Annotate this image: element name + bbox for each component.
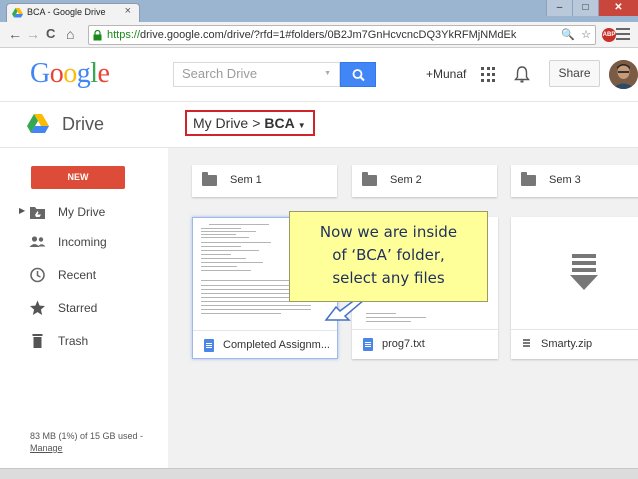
file-name: Completed Assignm... <box>223 339 330 351</box>
breadcrumb-current-folder[interactable]: BCA <box>264 115 294 131</box>
folder-icon <box>202 172 217 186</box>
window-controls: – □ ✕ <box>546 0 638 16</box>
avatar-photo-icon <box>609 60 638 89</box>
browser-menu-icon[interactable] <box>616 28 630 43</box>
logo-letter: o <box>63 58 77 89</box>
bookmark-star-icon[interactable]: ☆ <box>581 28 591 41</box>
sidebar-item-label: Starred <box>58 301 98 315</box>
trash-icon <box>32 334 43 348</box>
new-button[interactable]: NEW <box>31 166 125 189</box>
zip-file-icon <box>523 339 530 350</box>
file-card-smarty-zip[interactable]: Smarty.zip <box>511 217 638 359</box>
forward-icon[interactable]: → <box>26 26 40 42</box>
callout-line: of ‘BCA’ folder, <box>332 246 445 264</box>
file-name: prog7.txt <box>382 338 425 350</box>
logo-letter: G <box>30 58 50 89</box>
storage-text: 83 MB (1%) of 15 GB used - <box>30 431 144 441</box>
url-text: drive.google.com/drive/?rfd=1#folders/0B… <box>140 29 517 41</box>
back-icon[interactable]: ← <box>8 26 22 42</box>
window-bottom-edge <box>0 468 638 479</box>
folder-item-sem-3[interactable]: Sem 3 <box>511 165 638 197</box>
doc-file-icon <box>204 339 214 352</box>
folder-name: Sem 2 <box>390 174 422 186</box>
drive-title[interactable]: Drive <box>62 114 104 135</box>
doc-file-icon <box>363 338 373 351</box>
screen: BCA - Google Drive × – □ ✕ ← → C ⌂ https… <box>0 0 638 479</box>
star-icon <box>30 300 45 315</box>
archive-download-icon <box>570 254 598 290</box>
sidebar-item-my-drive[interactable]: ▶ My Drive <box>0 200 168 224</box>
sidebar-item-trash[interactable]: Trash <box>0 329 168 353</box>
browser-toolbar: ← → C ⌂ https://drive.google.com/drive/?… <box>0 22 638 48</box>
chevron-down-icon[interactable]: ▼ <box>298 121 306 130</box>
sidebar-item-label: Trash <box>58 334 89 348</box>
sidebar-item-label: Recent <box>58 268 97 282</box>
file-thumbnail <box>511 217 638 329</box>
logo-letter: g <box>76 58 91 89</box>
breadcrumb: My Drive > BCA ▼ <box>185 110 315 136</box>
home-icon[interactable]: ⌂ <box>66 26 74 42</box>
my-drive-icon <box>30 207 45 219</box>
expand-arrow-icon[interactable]: ▶ <box>19 206 25 215</box>
manage-storage-link[interactable]: Manage <box>30 443 63 453</box>
breadcrumb-separator: > <box>252 115 261 131</box>
sidebar-item-recent[interactable]: Recent <box>0 263 168 287</box>
file-grid: Sem 1 Sem 2 Sem 3 Completed Assignm... p… <box>168 148 638 479</box>
sidebar-item-label: Incoming <box>58 235 107 249</box>
browser-tab[interactable]: BCA - Google Drive × <box>6 3 140 22</box>
callout-line: select any files <box>332 269 445 287</box>
tab-title: BCA - Google Drive <box>27 7 106 17</box>
google-header: Google Search Drive ▼ +Munaf Share <box>0 48 638 102</box>
apps-grid-icon[interactable] <box>481 67 496 82</box>
zoom-icon[interactable]: 🔍 <box>561 28 575 41</box>
file-name: Smarty.zip <box>541 338 593 350</box>
logo-letter: o <box>49 58 64 89</box>
lock-icon <box>93 30 102 41</box>
file-name-row: Smarty.zip <box>511 329 638 359</box>
logo-letter: l <box>90 58 98 89</box>
search-icon <box>352 69 365 82</box>
sidebar-item-starred[interactable]: Starred <box>0 296 168 320</box>
search-options-icon[interactable]: ▼ <box>324 70 331 77</box>
folder-name: Sem 1 <box>230 174 262 186</box>
user-name-link[interactable]: +Munaf <box>426 67 466 81</box>
drive-favicon-icon <box>12 8 23 18</box>
logo-letter: e <box>97 58 110 89</box>
url-scheme: https:// <box>107 29 141 41</box>
search-input[interactable]: Search Drive ▼ <box>173 62 340 87</box>
google-logo[interactable]: Google <box>30 58 110 90</box>
folder-item-sem-1[interactable]: Sem 1 <box>192 165 337 197</box>
recent-icon <box>30 267 45 283</box>
minimize-button[interactable]: – <box>546 0 572 16</box>
sidebar: NEW ▶ My Drive Incoming Recent Starred T… <box>0 148 168 479</box>
address-bar[interactable]: https://drive.google.com/drive/?rfd=1#fo… <box>88 25 596 45</box>
drive-subheader: Drive My Drive > BCA ▼ <box>0 102 638 148</box>
folder-name: Sem 3 <box>549 174 581 186</box>
storage-usage: 83 MB (1%) of 15 GB used - Manage <box>30 430 143 454</box>
incoming-icon <box>29 236 46 247</box>
folder-icon <box>521 172 536 186</box>
callout-line: Now we are inside <box>319 223 458 241</box>
file-name-row: prog7.txt <box>352 329 498 359</box>
avatar[interactable] <box>609 60 638 89</box>
reload-icon[interactable]: C <box>46 26 55 41</box>
address-bar-actions: 🔍 ☆ <box>561 28 591 41</box>
folder-item-sem-2[interactable]: Sem 2 <box>352 165 497 197</box>
sidebar-item-label: My Drive <box>58 205 106 219</box>
search-placeholder: Search Drive <box>182 66 258 81</box>
share-button[interactable]: Share <box>549 60 600 87</box>
folder-icon <box>362 172 377 186</box>
annotation-callout: Now we are inside of ‘BCA’ folder, selec… <box>289 211 488 302</box>
file-name-row: Completed Assignm... <box>193 330 337 360</box>
adblock-icon[interactable]: ABP <box>602 28 616 42</box>
close-window-button[interactable]: ✕ <box>598 0 638 16</box>
drive-logo-icon <box>27 114 49 133</box>
sidebar-item-incoming[interactable]: Incoming <box>0 230 168 254</box>
tab-close-icon[interactable]: × <box>125 5 131 17</box>
browser-tab-bar: BCA - Google Drive × – □ ✕ <box>0 0 638 22</box>
notifications-bell-icon[interactable] <box>514 65 530 84</box>
maximize-button[interactable]: □ <box>572 0 598 16</box>
search-button[interactable] <box>340 62 376 87</box>
breadcrumb-my-drive[interactable]: My Drive <box>193 115 248 131</box>
